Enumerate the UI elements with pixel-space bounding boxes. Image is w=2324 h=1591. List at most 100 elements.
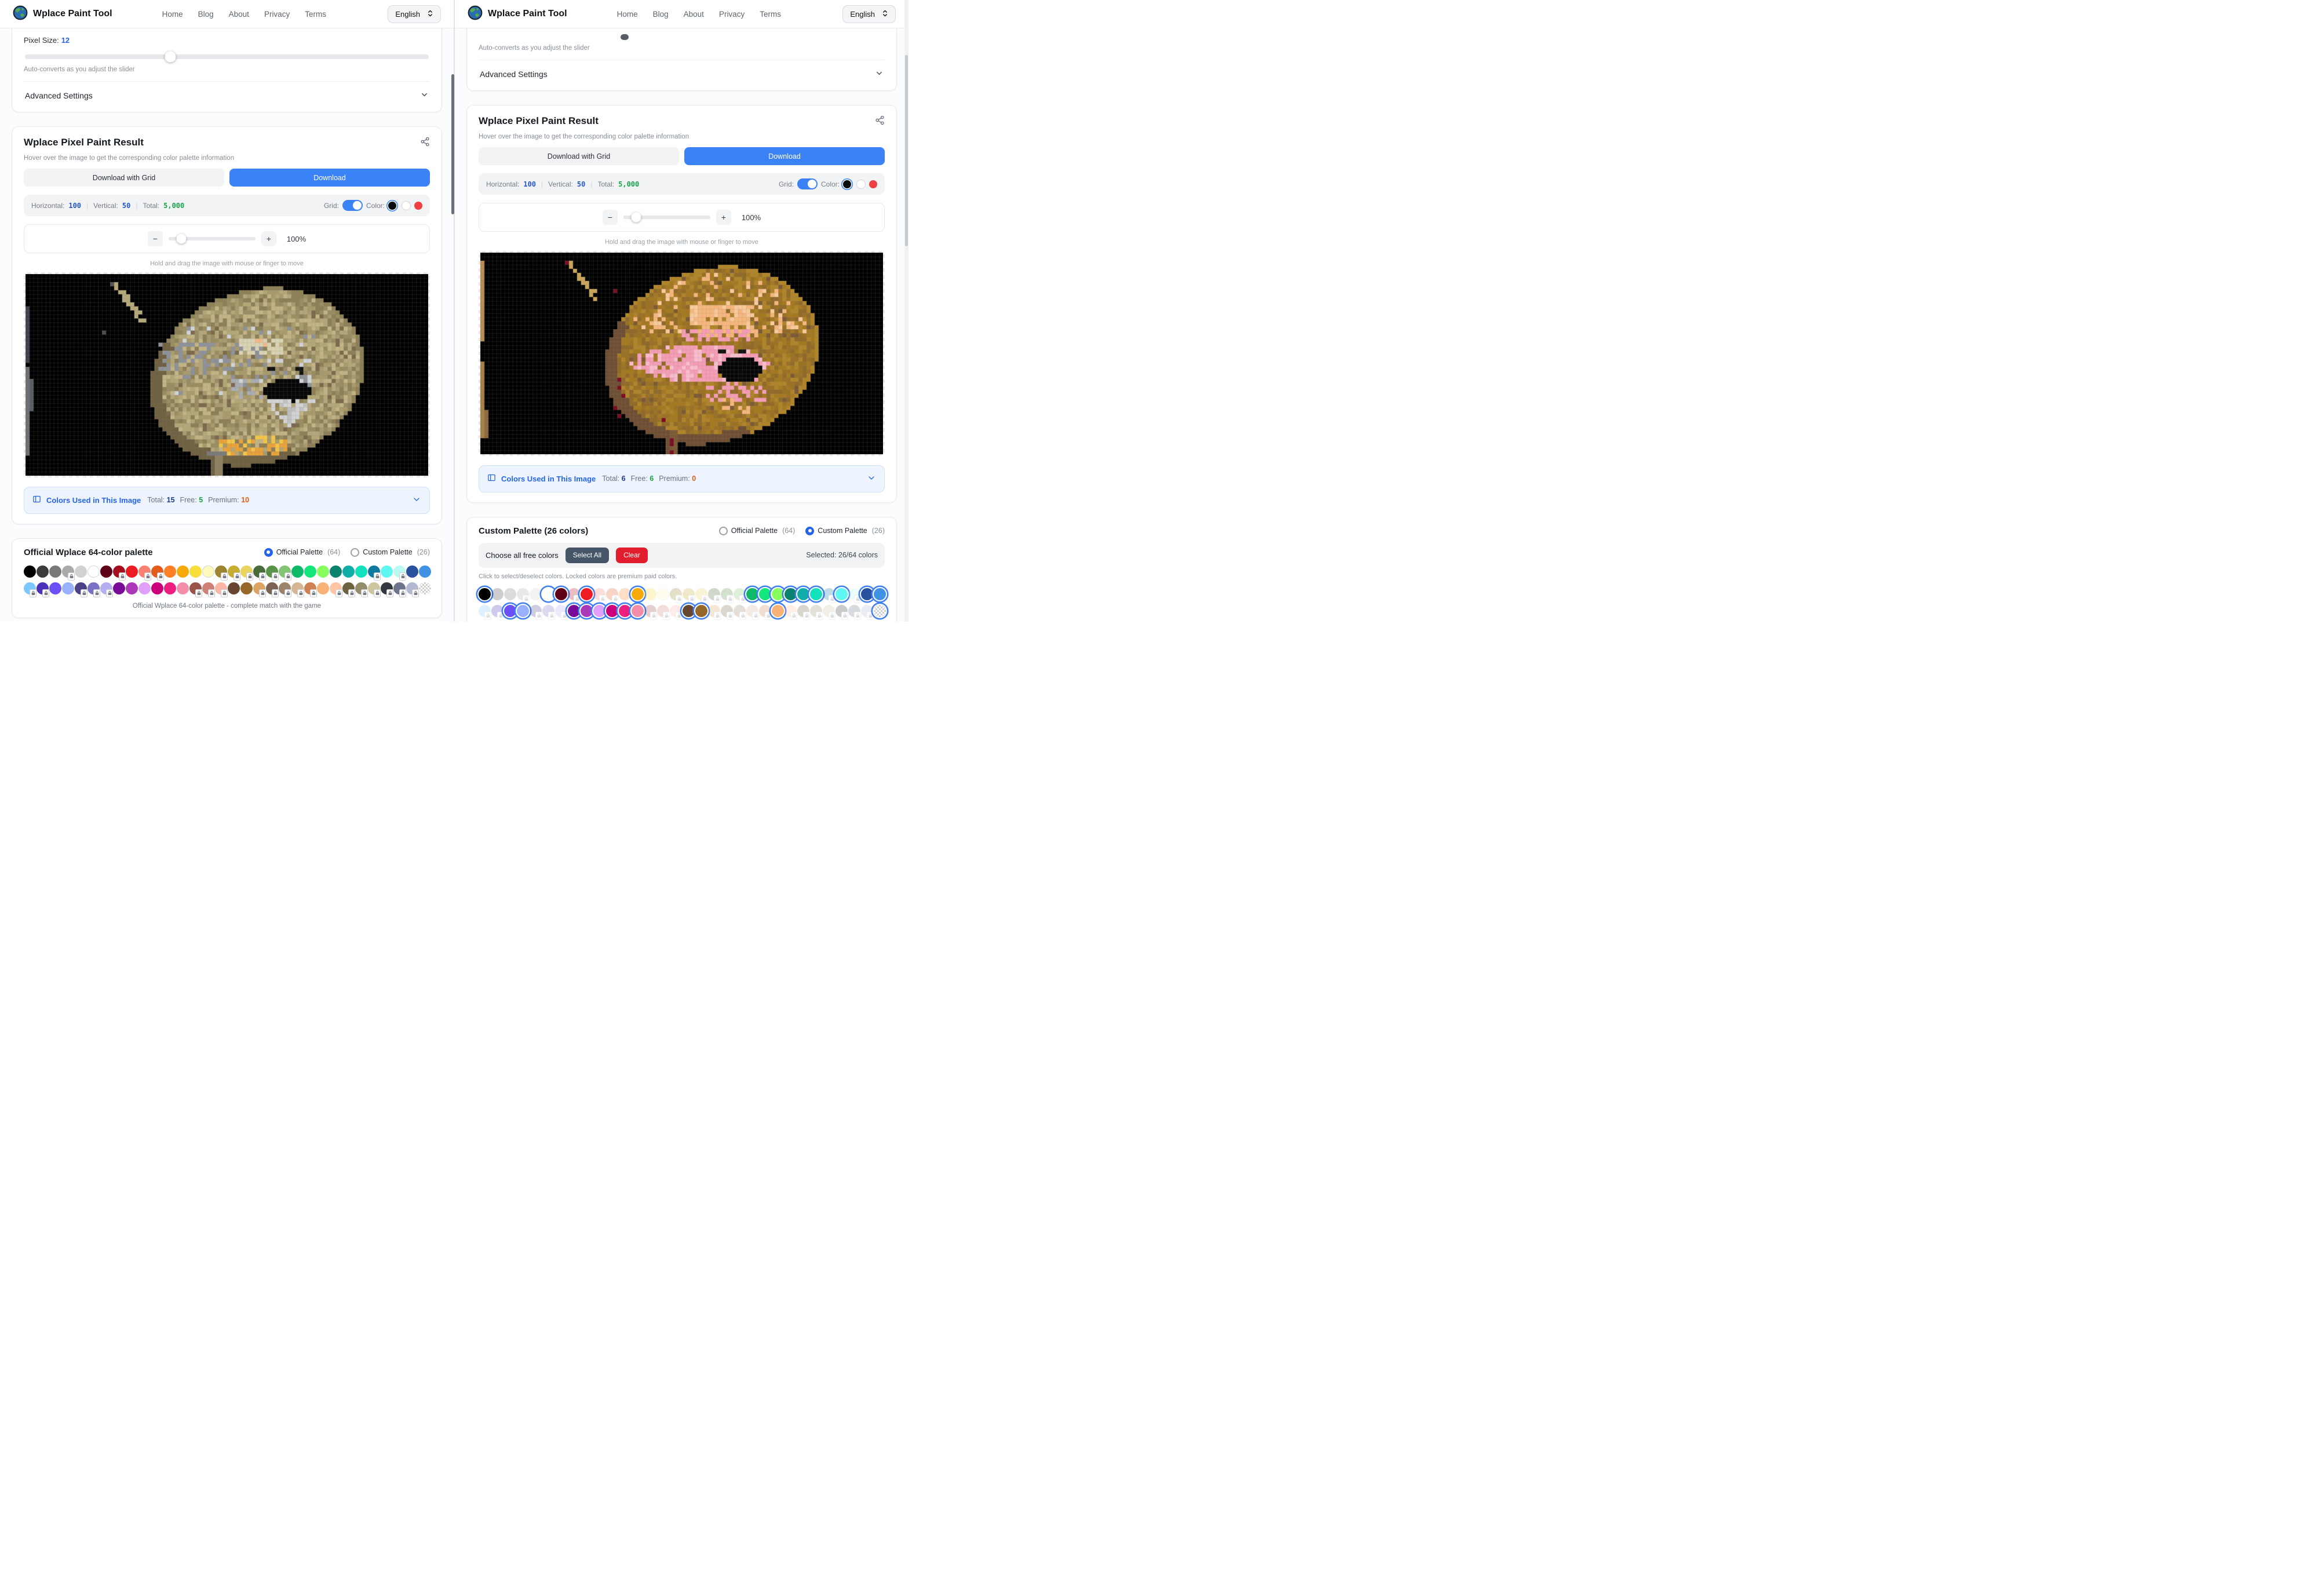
color-swatch[interactable] bbox=[228, 582, 240, 594]
share-icon[interactable] bbox=[875, 115, 885, 128]
official-palette-radio[interactable]: Official Palette (64) bbox=[719, 527, 796, 535]
nav-blog[interactable]: Blog bbox=[653, 10, 669, 19]
zoom-slider[interactable] bbox=[169, 237, 256, 240]
color-swatch[interactable] bbox=[836, 588, 848, 600]
color-swatch[interactable] bbox=[75, 565, 87, 578]
color-swatch[interactable] bbox=[479, 588, 491, 600]
colors-used-bar[interactable]: Colors Used in This Image Total: 15 Free… bbox=[24, 487, 430, 514]
color-swatch[interactable] bbox=[836, 605, 848, 617]
color-swatch[interactable] bbox=[419, 582, 431, 594]
color-swatch[interactable] bbox=[491, 588, 504, 600]
color-swatch[interactable] bbox=[530, 588, 542, 600]
color-swatch[interactable] bbox=[87, 565, 100, 578]
color-swatch[interactable] bbox=[240, 582, 253, 594]
custom-palette-radio[interactable]: Custom Palette (26) bbox=[351, 548, 430, 557]
zoom-in-button[interactable]: + bbox=[261, 231, 276, 246]
language-select[interactable]: English bbox=[842, 5, 896, 23]
choose-free-colors-label[interactable]: Choose all free colors bbox=[486, 551, 559, 560]
color-swatch[interactable] bbox=[734, 605, 746, 617]
color-swatch[interactable] bbox=[113, 565, 125, 578]
color-option-red[interactable] bbox=[869, 180, 877, 188]
select-all-button[interactable]: Select All bbox=[566, 548, 609, 563]
color-swatch[interactable] bbox=[746, 605, 758, 617]
color-swatch[interactable] bbox=[304, 582, 316, 594]
color-swatch[interactable] bbox=[695, 588, 707, 600]
color-swatch[interactable] bbox=[810, 605, 822, 617]
grid-toggle[interactable] bbox=[797, 178, 818, 189]
color-swatch[interactable] bbox=[419, 565, 431, 578]
color-swatch[interactable] bbox=[606, 588, 618, 600]
color-swatch[interactable] bbox=[772, 588, 784, 600]
color-option-black[interactable] bbox=[843, 180, 851, 188]
color-swatch[interactable] bbox=[279, 582, 291, 594]
official-palette-radio[interactable]: Official Palette (64) bbox=[264, 548, 341, 557]
color-swatch[interactable] bbox=[504, 605, 516, 617]
nav-home[interactable]: Home bbox=[162, 10, 183, 19]
color-swatch[interactable] bbox=[330, 565, 342, 578]
color-swatch[interactable] bbox=[491, 605, 504, 617]
color-option-red[interactable] bbox=[414, 202, 422, 210]
color-swatch[interactable] bbox=[670, 588, 682, 600]
color-swatch[interactable] bbox=[810, 588, 822, 600]
color-swatch[interactable] bbox=[393, 582, 406, 594]
color-swatch[interactable] bbox=[37, 582, 49, 594]
color-swatch[interactable] bbox=[49, 582, 61, 594]
color-swatch[interactable] bbox=[342, 582, 355, 594]
color-swatch[interactable] bbox=[619, 605, 631, 617]
color-swatch[interactable] bbox=[708, 588, 720, 600]
color-swatch[interactable] bbox=[644, 588, 656, 600]
color-swatch[interactable] bbox=[695, 605, 707, 617]
color-swatch[interactable] bbox=[304, 565, 316, 578]
color-swatch[interactable] bbox=[759, 588, 771, 600]
colors-used-bar[interactable]: Colors Used in This Image Total: 6 Free:… bbox=[479, 465, 885, 492]
color-option-black[interactable] bbox=[388, 202, 396, 210]
nav-home[interactable]: Home bbox=[617, 10, 638, 19]
pixel-size-slider[interactable] bbox=[25, 54, 429, 59]
color-swatch[interactable] bbox=[151, 582, 163, 594]
color-swatch[interactable] bbox=[606, 605, 618, 617]
nav-about[interactable]: About bbox=[684, 10, 704, 19]
custom-palette-radio[interactable]: Custom Palette (26) bbox=[805, 527, 885, 535]
color-swatch[interactable] bbox=[24, 582, 36, 594]
color-swatch[interactable] bbox=[317, 582, 329, 594]
color-swatch[interactable] bbox=[619, 588, 631, 600]
grid-toggle[interactable] bbox=[342, 200, 363, 211]
color-swatch[interactable] bbox=[721, 588, 733, 600]
color-swatch[interactable] bbox=[138, 565, 151, 578]
color-swatch[interactable] bbox=[797, 588, 809, 600]
color-swatch[interactable] bbox=[504, 588, 516, 600]
color-swatch[interactable] bbox=[708, 605, 720, 617]
color-swatch[interactable] bbox=[37, 565, 49, 578]
color-swatch[interactable] bbox=[632, 605, 644, 617]
color-swatch[interactable] bbox=[113, 582, 125, 594]
advanced-settings-row[interactable]: Advanced Settings bbox=[479, 60, 885, 88]
nav-terms[interactable]: Terms bbox=[760, 10, 781, 19]
color-swatch[interactable] bbox=[530, 605, 542, 617]
nav-privacy[interactable]: Privacy bbox=[719, 10, 745, 19]
color-swatch[interactable] bbox=[593, 605, 605, 617]
color-swatch[interactable] bbox=[164, 582, 176, 594]
color-swatch[interactable] bbox=[670, 605, 682, 617]
color-swatch[interactable] bbox=[100, 565, 112, 578]
brand[interactable]: Wplace Paint Tool bbox=[468, 5, 567, 23]
color-swatch[interactable] bbox=[874, 588, 886, 600]
color-swatch[interactable] bbox=[100, 582, 112, 594]
color-swatch[interactable] bbox=[330, 582, 342, 594]
nav-about[interactable]: About bbox=[229, 10, 249, 19]
color-swatch[interactable] bbox=[848, 588, 860, 600]
color-swatch[interactable] bbox=[62, 582, 74, 594]
zoom-slider-thumb[interactable] bbox=[177, 234, 187, 244]
color-swatch[interactable] bbox=[189, 582, 202, 594]
advanced-settings-row[interactable]: Advanced Settings bbox=[24, 82, 430, 110]
color-swatch[interactable] bbox=[202, 565, 214, 578]
color-swatch[interactable] bbox=[734, 588, 746, 600]
color-swatch[interactable] bbox=[177, 582, 189, 594]
nav-privacy[interactable]: Privacy bbox=[264, 10, 290, 19]
right-scrollbar-thumb[interactable] bbox=[905, 55, 908, 246]
download-button[interactable]: Download bbox=[229, 169, 430, 187]
color-swatch[interactable] bbox=[759, 605, 771, 617]
slider-thumb-clipped[interactable] bbox=[621, 34, 629, 40]
color-swatch[interactable] bbox=[555, 588, 567, 600]
color-swatch[interactable] bbox=[593, 588, 605, 600]
color-swatch[interactable] bbox=[291, 582, 304, 594]
